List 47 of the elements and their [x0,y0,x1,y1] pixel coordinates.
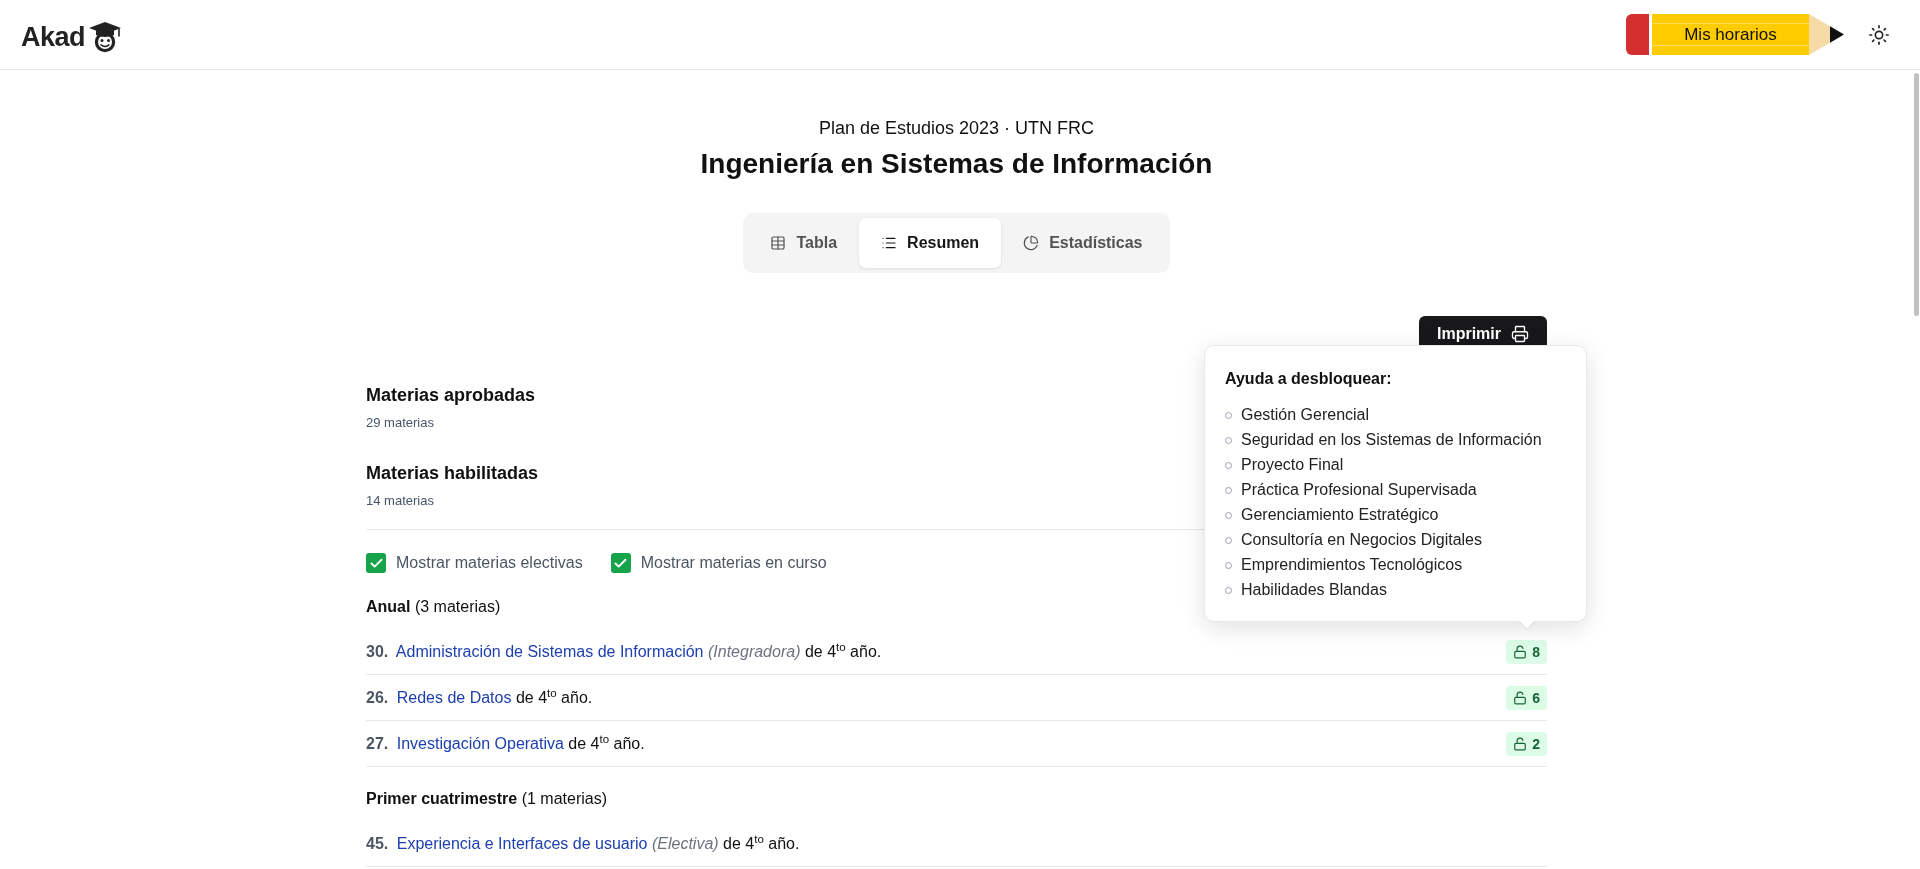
subject-entry: 45. Experiencia e Interfaces de usuario (Electiva) de 4$^{to}$ año. [366,834,800,853]
table-icon [770,235,787,251]
tooltip-title: Ayuda a desbloquear: [1225,368,1393,389]
subject-link[interactable]: Redes de Datos [396,688,512,706]
checkbox-label[interactable]: Mostrar materias electivas [396,554,583,572]
tooltip-item: Gerenciamiento Estratégico [1241,506,1439,524]
list-icon [881,235,898,251]
career-title: Ingeniería en Sistemas de Información [700,147,1213,181]
checkbox[interactable] [610,553,631,573]
unlocks-count-badge[interactable]: 2 [1506,731,1547,756]
tooltip-item: Consultoría en Negocios Digitales [1241,531,1482,549]
subject-entry: 26. Redes de Datos de 4$^{to}$ año. [366,688,593,707]
subject-link[interactable]: Administración de Sistemas de Información [395,642,704,660]
logo-link[interactable]: Akad [21,18,123,51]
open-lock-icon [1513,736,1528,751]
open-lock-icon [1513,644,1528,659]
group-heading: Primer cuatrimestre (1 materias) [366,789,607,809]
view-tab[interactable]: Estadísticas [1001,218,1165,268]
plan-subtitle: Plan de Estudios 2023 · UTN FRC [818,117,1095,140]
subject-entry: 27. Investigación Operativa de 4$^{to}$ año. [366,734,645,753]
tooltip-item: Proyecto Final [1241,456,1344,474]
tooltip-item: Seguridad en los Sistemas de Información [1241,431,1542,449]
view-tab[interactable]: Resumen [859,218,1002,268]
pencil-schedule-button[interactable]: Mis horarios [1626,14,1844,55]
open-lock-icon [1513,690,1528,705]
sun-icon [1868,23,1890,46]
section-count: 14 materias [366,492,434,510]
section-title: Materias habilitadas [366,462,539,485]
tooltip-item: Emprendimientos Tecnológicos [1241,556,1463,574]
checkbox-label[interactable]: Mostrar materias en curso [640,554,827,572]
group-heading: Anual (3 materias) [366,597,501,617]
subject-link[interactable]: Experiencia e Interfaces de usuario [396,834,648,852]
section-title: Materias aprobadas [366,384,536,407]
printer-icon [1511,325,1529,343]
pencil-tip-icon [1809,14,1844,55]
unlocks-count-badge[interactable]: 6 [1506,685,1547,710]
tooltip-item: Habilidades Blandas [1241,581,1387,599]
tooltip-item: Práctica Profesional Supervisada [1241,481,1477,499]
scrollbar-thumb[interactable] [1914,73,1919,316]
checkbox[interactable] [366,553,386,573]
subject-link[interactable]: Investigación Operativa [396,734,564,752]
pie-chart-icon [1023,235,1040,251]
tooltip-item: Gestión Gerencial [1241,406,1370,424]
view-tab[interactable]: Tabla [748,218,860,268]
subject-entry: 30. Administración de Sistemas de Información (Integradora) de 4$^{to}$ año. [366,642,882,661]
unlocks-count-badge[interactable]: 8 [1506,639,1547,664]
section-count: 29 materias [366,414,434,432]
